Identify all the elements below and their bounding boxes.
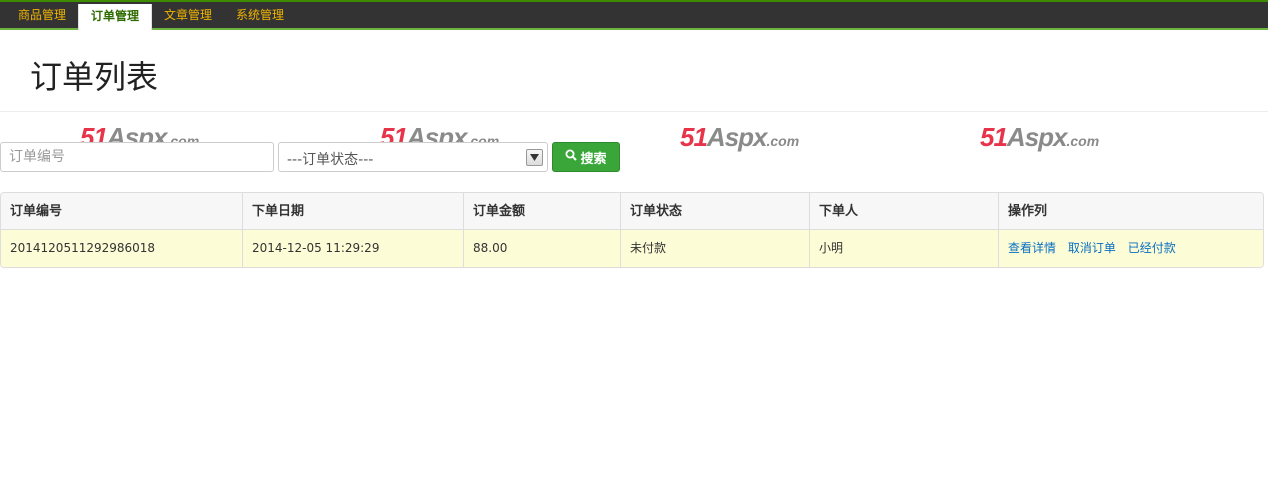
search-button-label: 搜索 [580, 151, 607, 167]
search-icon [565, 149, 578, 165]
chevron-down-icon[interactable] [526, 149, 543, 166]
main-nav: 商品管理 订单管理 文章管理 系统管理 [6, 2, 296, 30]
watermark-logo: 51Aspx.com [680, 122, 799, 154]
top-nav-bar: 商品管理 订单管理 文章管理 系统管理 [0, 0, 1268, 30]
page-header: 订单列表 [0, 30, 1268, 112]
order-status-selected: ---订单状态--- [287, 152, 374, 168]
column-header-actions: 操作列 [1008, 204, 1048, 219]
watermark-51: 51 [980, 122, 1008, 152]
column-header-date: 下单日期 [243, 193, 464, 230]
column-header-customer: 下单人 [810, 193, 999, 230]
cell-customer: 小明 [810, 230, 999, 267]
column-header-status: 订单状态 [621, 193, 810, 230]
watermark-51: 51 [680, 122, 708, 152]
watermark-aspx: Aspx [1006, 122, 1068, 152]
cell-status: 未付款 [621, 230, 810, 267]
watermark-com: .com [1066, 133, 1100, 149]
column-header-amount: 订单金额 [464, 193, 621, 230]
orders-table: 订单编号 下单日期 订单金额 订单状态 下单人 操作列 201412051129… [0, 192, 1264, 268]
cell-actions: 查看详情 取消订单 已经付款 [999, 230, 1263, 267]
nav-item-orders[interactable]: 订单管理 [78, 4, 153, 30]
search-button[interactable]: 搜索 [552, 142, 620, 172]
watermark-logo: 51Aspx.com [980, 122, 1099, 154]
table-row: 20141205112929860​18 2014-12-05 11:29:29… [1, 230, 1263, 267]
view-details-link[interactable]: 查看详情 [1008, 241, 1056, 255]
watermark-com: .com [766, 133, 800, 149]
nav-item-products[interactable]: 商品管理 [6, 2, 78, 28]
page-title: 订单列表 [30, 58, 159, 96]
cell-date: 2014-12-05 11:29:29 [243, 230, 464, 267]
nav-item-articles[interactable]: 文章管理 [152, 2, 224, 28]
order-status-select[interactable]: ---订单状态--- [278, 142, 548, 172]
nav-item-system[interactable]: 系统管理 [224, 2, 296, 28]
column-header-order-no: 订单编号 [1, 193, 243, 230]
watermark-aspx: Aspx [706, 122, 768, 152]
table-header-row: 订单编号 下单日期 订单金额 订单状态 下单人 操作列 [1, 193, 1263, 230]
mark-paid-link[interactable]: 已经付款 [1128, 241, 1176, 255]
order-number-input[interactable] [0, 142, 274, 172]
cell-amount: 88.00 [464, 230, 621, 267]
cancel-order-link[interactable]: 取消订单 [1068, 241, 1116, 255]
cell-order-no: 20141205112929860​18 [1, 230, 243, 267]
